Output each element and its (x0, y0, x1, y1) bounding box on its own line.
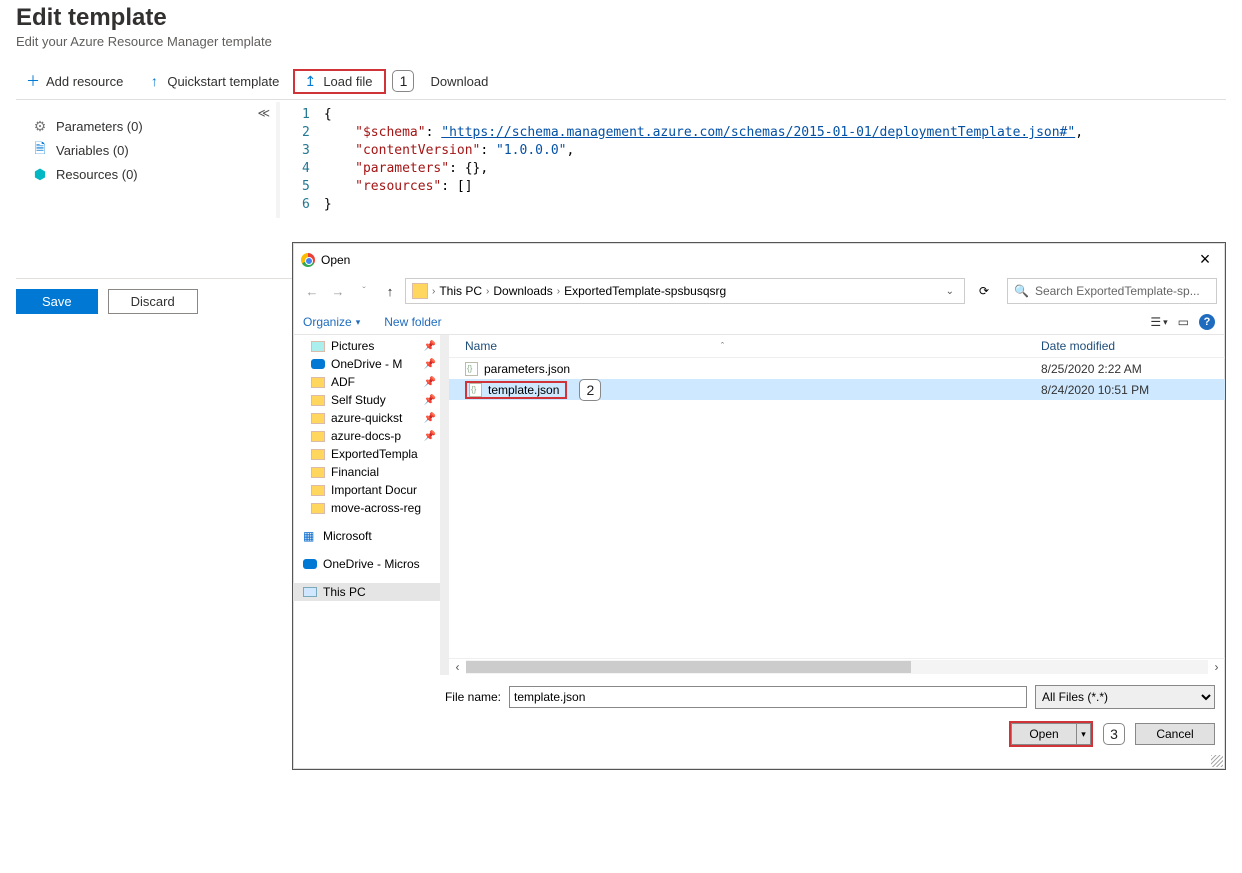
folder-icon (311, 377, 325, 388)
resize-grip[interactable] (1211, 755, 1223, 767)
folder-icon (311, 413, 325, 424)
callout-3: 3 (1103, 723, 1125, 745)
line-gutter: 1 2 3 4 5 6 (280, 106, 324, 214)
pin-icon: 📌 (422, 431, 436, 442)
document-icon: 🗎 (32, 142, 48, 158)
page-header: Edit template Edit your Azure Resource M… (16, 0, 1226, 63)
page-subtitle: Edit your Azure Resource Manager templat… (16, 34, 1226, 49)
filename-label: File name: (441, 690, 501, 704)
code-editor[interactable]: 1 2 3 4 5 6 { "$schema": "https://schema… (276, 102, 1226, 218)
gear-icon: ⚙ (32, 118, 48, 134)
dialog-title: Open (321, 253, 350, 267)
folder-icon (311, 449, 325, 460)
json-file-icon (465, 362, 478, 376)
breadcrumb-dropdown-icon[interactable]: ⌄ (946, 286, 954, 297)
file-open-dialog: Open × ← → ˇ ↑ › This PC › Downloads › E… (292, 242, 1226, 770)
refresh-icon[interactable]: ⟳ (969, 278, 999, 304)
nav-recent-icon[interactable]: ˇ (353, 280, 375, 302)
sort-indicator-icon: ˆ (721, 341, 724, 351)
new-folder-button[interactable]: New folder (384, 315, 441, 329)
folder-icon (412, 283, 428, 299)
collapse-sidebar-icon[interactable]: ≪ (257, 106, 270, 120)
pin-icon: 📌 (422, 413, 436, 424)
folder-icon (311, 485, 325, 496)
view-details-icon[interactable]: ☰▾ (1150, 315, 1167, 329)
folder-tree[interactable]: Pictures📌 OneDrive - M📌 ADF📌 Self Study📌… (293, 335, 441, 675)
onedrive-icon (311, 359, 325, 369)
load-file-button[interactable]: ↥ Load file (293, 69, 386, 94)
organize-menu[interactable]: Organize▾ (303, 315, 360, 329)
template-sidebar: ≪ ⚙ Parameters (0) 🗎 Variables (0) ⬢ Res… (16, 102, 276, 218)
folder-icon (311, 431, 325, 442)
folder-icon (311, 467, 325, 478)
horizontal-scrollbar[interactable]: ‹ › (449, 658, 1225, 675)
help-icon[interactable]: ? (1199, 314, 1215, 330)
sidebar-item-parameters[interactable]: ⚙ Parameters (0) (16, 114, 276, 138)
pictures-icon (311, 341, 325, 352)
sidebar-item-resources[interactable]: ⬢ Resources (0) (16, 162, 276, 186)
file-list: Name ˆ Date modified parameters.json 8/2… (449, 335, 1225, 675)
download-button[interactable]: Download (420, 70, 498, 93)
template-toolbar: ＋ Add resource ↑ Quickstart template ↥ L… (16, 63, 1226, 100)
pin-icon: 📌 (422, 341, 436, 352)
quickstart-template-button[interactable]: ↑ Quickstart template (137, 69, 289, 93)
plus-icon: ＋ (26, 71, 40, 91)
discard-button[interactable]: Discard (108, 289, 198, 314)
tree-scrollbar[interactable] (441, 335, 449, 675)
callout-1: 1 (392, 70, 414, 92)
onedrive-icon (303, 559, 317, 569)
sidebar-item-variables[interactable]: 🗎 Variables (0) (16, 138, 276, 162)
file-row-selected[interactable]: template.json 2 8/24/2020 10:51 PM (449, 379, 1225, 400)
breadcrumb[interactable]: › This PC › Downloads › ExportedTemplate… (405, 278, 965, 304)
code-lines[interactable]: { "$schema": "https://schema.management.… (324, 106, 1226, 214)
file-filter-select[interactable]: All Files (*.*) (1035, 685, 1215, 709)
cancel-button[interactable]: Cancel (1135, 723, 1215, 745)
nav-forward-icon: → (327, 280, 349, 302)
pin-icon: 📌 (422, 395, 436, 406)
arrow-up-icon: ↑ (147, 73, 161, 89)
folder-icon (311, 503, 325, 514)
pin-icon: 📌 (422, 359, 436, 370)
pin-icon: 📌 (422, 377, 436, 388)
folder-icon (311, 395, 325, 406)
search-input[interactable]: 🔍 Search ExportedTemplate-sp... (1007, 278, 1217, 304)
microsoft-icon: ▦ (303, 529, 317, 543)
search-icon: 🔍 (1014, 284, 1029, 298)
chrome-icon (301, 253, 315, 267)
nav-back-icon[interactable]: ← (301, 280, 323, 302)
tree-this-pc[interactable]: This PC (293, 583, 440, 601)
save-button[interactable]: Save (16, 289, 98, 314)
nav-up-icon[interactable]: ↑ (379, 280, 401, 302)
open-dropdown-icon[interactable]: ▾ (1076, 724, 1090, 744)
add-resource-button[interactable]: ＋ Add resource (16, 67, 133, 95)
page-title: Edit template (16, 4, 1226, 32)
pc-icon (303, 587, 317, 597)
file-row[interactable]: parameters.json 8/25/2020 2:22 AM (449, 358, 1225, 379)
close-icon[interactable]: × (1193, 249, 1217, 270)
open-button[interactable]: Open ▾ (1011, 723, 1091, 745)
cube-icon: ⬢ (32, 166, 48, 182)
preview-pane-icon[interactable]: ▭ (1178, 315, 1189, 329)
file-list-header[interactable]: Name ˆ Date modified (449, 335, 1225, 358)
upload-icon: ↥ (303, 73, 317, 90)
callout-2: 2 (579, 379, 601, 401)
json-file-icon (469, 383, 482, 397)
filename-input[interactable] (509, 686, 1027, 708)
